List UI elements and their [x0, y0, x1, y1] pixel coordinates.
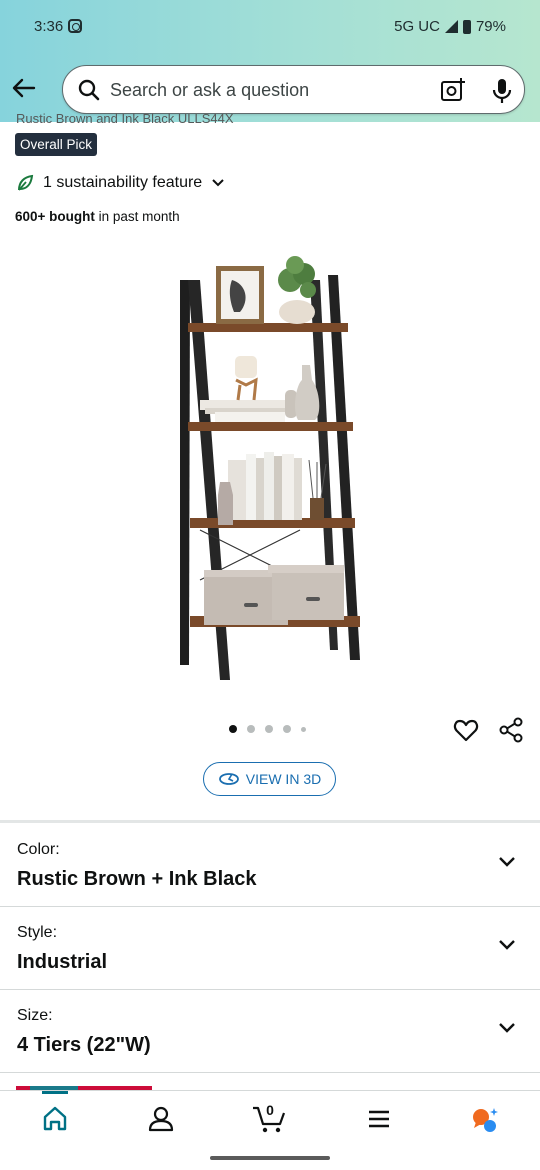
option-label: Color:	[17, 841, 60, 858]
carousel-dot[interactable]	[247, 725, 255, 733]
account-icon[interactable]	[146, 1104, 176, 1134]
option-label: Style:	[17, 924, 58, 941]
section-divider	[0, 820, 540, 823]
back-arrow-icon[interactable]	[10, 74, 38, 102]
status-time: 3:36	[34, 18, 64, 35]
cart-count: 0	[266, 1102, 274, 1118]
option-value: 4 Tiers (22"W)	[17, 1034, 151, 1056]
carousel-dot[interactable]	[301, 726, 306, 732]
image-carousel-indicator[interactable]	[229, 725, 306, 733]
rufus-assistant-icon[interactable]	[470, 1104, 500, 1134]
microphone-icon[interactable]	[490, 77, 514, 105]
battery-level: 79%	[475, 18, 506, 35]
sustainability-feature-toggle[interactable]: 1 sustainability feature	[16, 174, 225, 192]
search-bar[interactable]: Search or ask a question	[62, 65, 525, 114]
heart-icon[interactable]	[453, 717, 479, 743]
option-value: Industrial	[17, 951, 108, 973]
leaf-icon	[18, 174, 34, 191]
instagram-notification-icon	[68, 19, 82, 33]
search-placeholder[interactable]: Search or ask a question	[110, 80, 309, 101]
color-option-row[interactable]: Color: Rustic Brown + Ink Black	[0, 824, 540, 907]
view-in-3d-button[interactable]: VIEW IN 3D	[203, 762, 336, 796]
carousel-dot[interactable]	[265, 725, 273, 733]
option-value: Rustic Brown + Ink Black	[17, 868, 257, 890]
status-right: 5G UC 79%	[394, 18, 506, 35]
sustainability-label[interactable]: 1 sustainability feature	[43, 174, 202, 192]
share-icon[interactable]	[497, 716, 525, 744]
app-header: 3:36 5G UC 79% Search or ask a question	[0, 0, 540, 122]
overall-pick-badge: Overall Pick	[15, 133, 98, 156]
signal-icon	[444, 20, 458, 33]
menu-icon[interactable]	[364, 1104, 394, 1134]
carousel-dot[interactable]	[229, 725, 237, 733]
view-in-3d-label[interactable]: VIEW IN 3D	[246, 771, 321, 787]
bought-count: 600+ bought in past month	[15, 209, 180, 224]
chevron-down-icon	[212, 179, 224, 187]
style-option-row[interactable]: Style: Industrial	[0, 907, 540, 990]
bought-bold: 600+ bought	[15, 209, 95, 224]
chevron-down-icon[interactable]	[497, 852, 517, 872]
network-label: 5G UC	[394, 18, 440, 35]
size-option-row[interactable]: Size: 4 Tiers (22"W)	[0, 990, 540, 1073]
gesture-bar	[210, 1156, 330, 1160]
search-icon	[78, 79, 100, 101]
bought-rest: in past month	[94, 209, 180, 224]
chevron-down-icon[interactable]	[497, 1018, 517, 1038]
carousel-dot[interactable]	[283, 725, 291, 733]
chevron-down-icon[interactable]	[497, 935, 517, 955]
battery-icon	[462, 19, 471, 34]
option-label: Size:	[17, 1007, 53, 1024]
status-bar: 3:36 5G UC 79%	[0, 0, 540, 54]
product-image[interactable]	[160, 240, 380, 690]
product-title-partial: Rustic Brown and Ink Black ULLS44X	[16, 111, 234, 126]
home-icon[interactable]	[40, 1104, 70, 1134]
active-tab-indicator	[42, 1091, 68, 1094]
camera-lens-icon[interactable]	[440, 77, 466, 103]
rotate-3d-icon	[218, 773, 239, 785]
